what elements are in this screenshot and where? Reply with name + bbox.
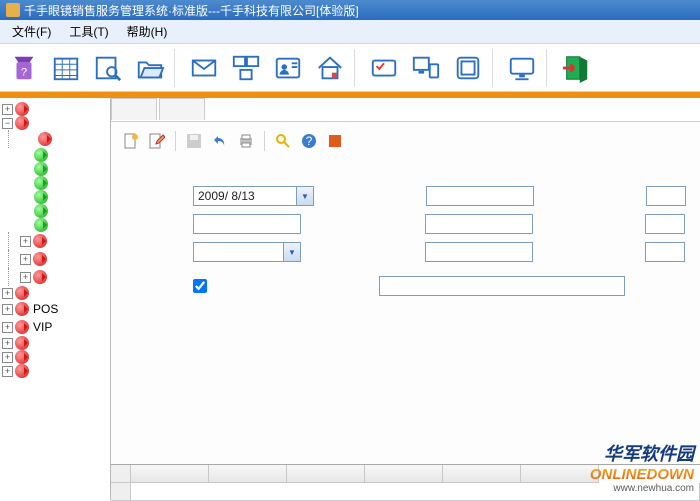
menu-file[interactable]: 文件(F) (4, 21, 59, 42)
tree-node[interactable]: + (2, 364, 108, 378)
save-icon (184, 131, 204, 151)
chevron-down-icon[interactable]: ▼ (297, 186, 314, 206)
mail-icon[interactable] (184, 49, 224, 87)
card2-icon[interactable] (448, 49, 488, 87)
tree-leaf[interactable] (2, 204, 108, 218)
main-panel: ? 2009/ 8/13 ▼ (111, 98, 700, 500)
idcard-icon[interactable] (268, 49, 308, 87)
combo-2-input[interactable] (193, 242, 284, 262)
svg-text:?: ? (306, 134, 313, 148)
editor-toolbar: ? (117, 128, 694, 154)
nav-tree[interactable]: + − + + + + +POS +VIP + + + (0, 98, 111, 500)
text-input-wide[interactable] (379, 276, 625, 296)
tree-leaf[interactable] (2, 218, 108, 232)
tab-2[interactable] (159, 98, 205, 120)
combo-2[interactable]: ▼ (193, 242, 301, 262)
menu-bar: 文件(F) 工具(T) 帮助(H) (0, 20, 700, 44)
home-icon[interactable] (310, 49, 350, 87)
tree-leaf[interactable] (2, 176, 108, 190)
calendar-icon[interactable] (46, 49, 86, 87)
data-grid[interactable] (111, 464, 700, 500)
text-input-1[interactable] (426, 186, 534, 206)
text-input-6[interactable] (425, 242, 533, 262)
tab-strip (111, 98, 700, 122)
tree-node[interactable]: + (2, 350, 108, 364)
tree-leaf[interactable] (2, 190, 108, 204)
tree-node[interactable]: + (2, 102, 108, 116)
text-input-4[interactable] (425, 214, 533, 234)
menu-help[interactable]: 帮助(H) (119, 21, 176, 42)
tree-node[interactable] (2, 130, 108, 148)
tree-node[interactable]: + (2, 286, 108, 300)
new-icon[interactable] (121, 131, 141, 151)
svg-text:?: ? (21, 66, 27, 78)
main-toolbar: ? (0, 44, 700, 92)
form-area: ? 2009/ 8/13 ▼ (111, 122, 700, 464)
text-input-2[interactable] (646, 186, 686, 206)
tree-node[interactable]: + (2, 336, 108, 350)
window-title: 千手眼镜销售服务管理系统·标准版---千手科技有限公司[体验版] (24, 2, 359, 19)
form-fields: 2009/ 8/13 ▼ (117, 154, 694, 308)
menu-tool[interactable]: 工具(T) (61, 21, 116, 42)
tab-1[interactable] (111, 98, 157, 120)
date-combo[interactable]: 2009/ 8/13 ▼ (193, 186, 314, 206)
tree-leaf[interactable] (2, 148, 108, 162)
grid-header (111, 465, 700, 483)
card-icon[interactable] (364, 49, 404, 87)
tree-node-vip[interactable]: +VIP (2, 318, 108, 336)
text-input-3[interactable] (193, 214, 301, 234)
text-input-7[interactable] (645, 242, 685, 262)
exit-icon[interactable] (556, 49, 596, 87)
stop-icon[interactable] (325, 131, 345, 151)
tree-leaf[interactable] (2, 162, 108, 176)
monitor-icon[interactable] (502, 49, 542, 87)
print-icon[interactable] (236, 131, 256, 151)
tree-node-pos[interactable]: +POS (2, 300, 108, 318)
text-input-5[interactable] (645, 214, 685, 234)
tree-node[interactable]: + (2, 268, 108, 286)
date-input[interactable]: 2009/ 8/13 (193, 186, 297, 206)
help-icon[interactable]: ? (4, 49, 44, 87)
checkbox-1[interactable] (193, 279, 207, 293)
terminal-icon[interactable] (406, 49, 446, 87)
edit-icon[interactable] (147, 131, 167, 151)
help2-icon[interactable]: ? (299, 131, 319, 151)
find-icon[interactable] (273, 131, 293, 151)
undo-icon[interactable] (210, 131, 230, 151)
tree-node[interactable]: + (2, 250, 108, 268)
task-icon[interactable] (226, 49, 266, 87)
folder-icon[interactable] (130, 49, 170, 87)
chevron-down-icon[interactable]: ▼ (284, 242, 301, 262)
title-bar: 千手眼镜销售服务管理系统·标准版---千手科技有限公司[体验版] (0, 0, 700, 20)
grid-row[interactable] (111, 483, 700, 501)
search-icon[interactable] (88, 49, 128, 87)
app-icon (6, 3, 20, 17)
tree-node[interactable]: + (2, 232, 108, 250)
tree-node[interactable]: − (2, 116, 108, 130)
